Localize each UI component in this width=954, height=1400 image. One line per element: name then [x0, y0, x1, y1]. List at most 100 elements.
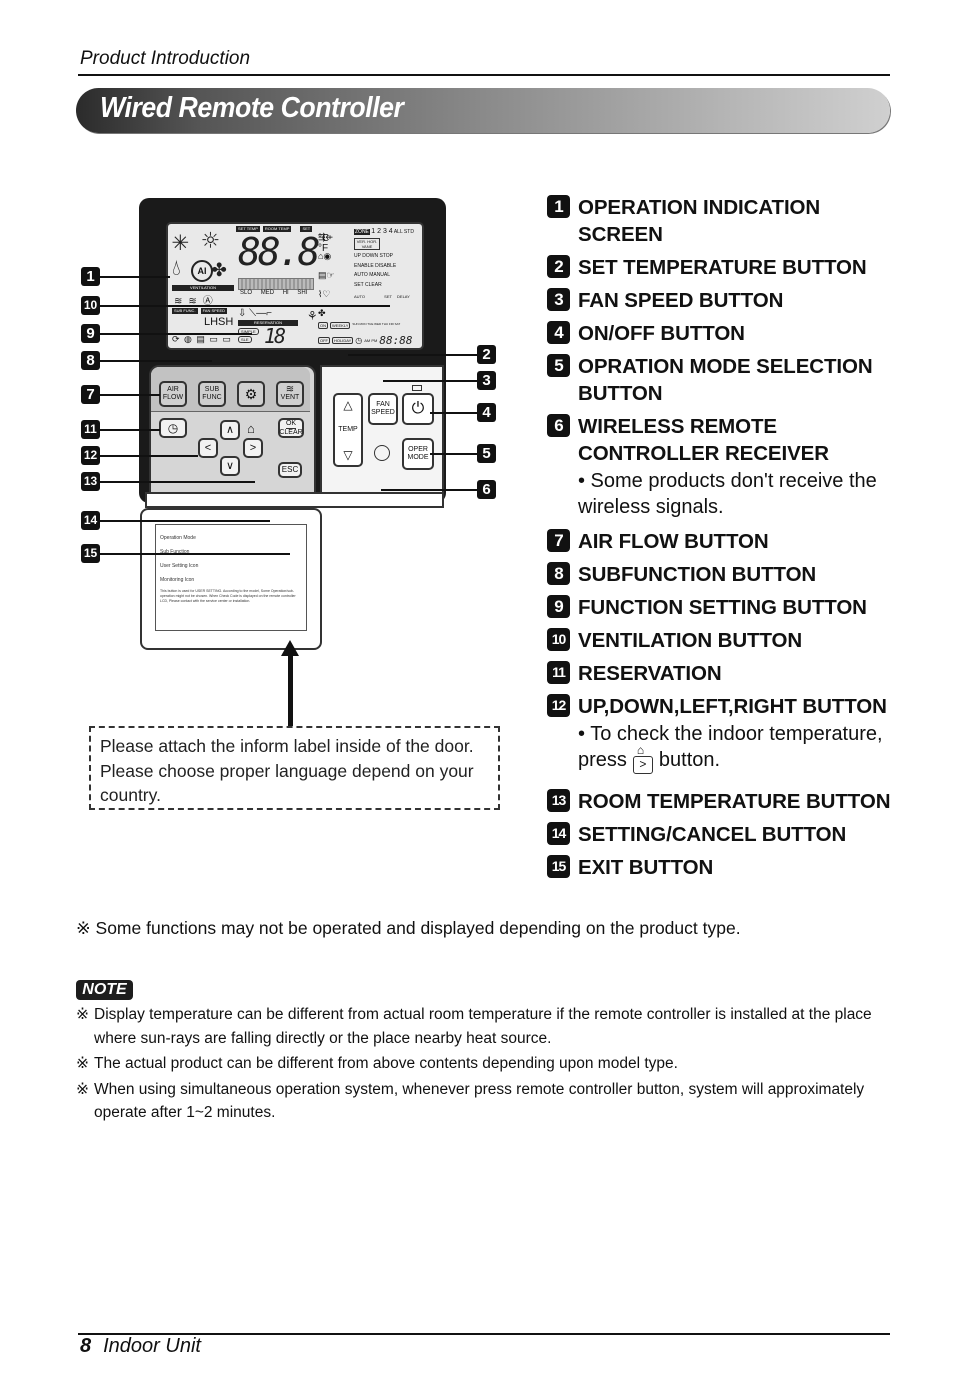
esc-button[interactable]: ESC — [278, 462, 302, 478]
leader-12 — [100, 455, 198, 457]
legend-number: 6 — [547, 414, 570, 437]
weekly-badge: WEEKLY — [330, 322, 351, 329]
legend-item: 1 OPERATION INDICATION SCREEN — [547, 194, 907, 248]
down-button[interactable]: ∨ — [220, 456, 240, 476]
gear-icon: ⚙ — [244, 386, 258, 402]
legend-label: AIR FLOW BUTTON — [578, 530, 769, 553]
legend-number: 5 — [547, 354, 570, 377]
chevron-up-icon: ∧ — [225, 424, 235, 436]
legend-item: 15 EXIT BUTTON — [547, 854, 907, 881]
temperature-digits: 88.8 — [238, 230, 320, 274]
callout-12: 12 — [81, 446, 100, 465]
arrow-shaft — [288, 652, 293, 726]
legend-item: 2 SET TEMPERATURE BUTTON — [547, 254, 907, 281]
power-icon: ⏻ — [411, 400, 425, 417]
legend-number: 15 — [547, 855, 570, 878]
legend-label: EXIT BUTTON — [578, 856, 714, 879]
schedule-row-2: OFF HOLIDAY ◷ AM PM 88:88 — [318, 334, 413, 347]
temp-label: TEMP — [338, 426, 358, 433]
callout-9: 9 — [81, 324, 100, 343]
legend-item: 10 VENTILATION BUTTON — [547, 627, 907, 654]
label-row-sub-function: Sub Function — [160, 549, 190, 555]
off-badge: OFF — [318, 337, 330, 344]
legend-item: 14 SETTING/CANCEL BUTTON — [547, 821, 907, 848]
subnote-text-end: button. — [658, 749, 721, 771]
clear-label: CLEAR — [279, 428, 303, 436]
set-temperature-button[interactable]: △ TEMP ▽ — [333, 393, 363, 467]
legend-number: 4 — [547, 321, 570, 344]
air-flow-button[interactable]: AIR FLOW — [159, 381, 187, 407]
chevron-right-icon: > — [249, 442, 257, 454]
left-button[interactable]: < — [198, 438, 218, 458]
ok-clear-button[interactable]: OK CLEAR — [278, 418, 304, 438]
note-text: When using simultaneous operation system… — [94, 1080, 865, 1122]
legend-label: ROOM TEMPERATURE BUTTON — [578, 790, 891, 813]
legend-number: 8 — [547, 562, 570, 585]
fan-levels: SLO MED HI SHI — [240, 290, 307, 296]
status-icons-row: ⟳ ◍ ▤ ▭ ▭ — [172, 334, 232, 344]
legend-item: 11 RESERVATION — [547, 660, 907, 687]
page-number: 8 — [80, 1335, 92, 1357]
legend-item: 4 ON/OFF BUTTON — [547, 320, 907, 347]
leader-15 — [100, 553, 290, 555]
auto-manual-label: AUTO MANUAL — [354, 272, 391, 278]
footer-section: Indoor Unit — [103, 1335, 201, 1357]
function-setting-button[interactable]: ⚙ — [237, 381, 265, 407]
right-button[interactable]: > — [243, 438, 263, 458]
legend-label: SET TEMPERATURE BUTTON — [578, 256, 867, 279]
legend-number: 11 — [547, 661, 570, 684]
reservation-button[interactable]: ◷ — [159, 418, 187, 438]
zone-label: ZONE — [354, 229, 370, 235]
timer-labels: AUTO SET DELAY — [354, 292, 420, 301]
fan-speed-button[interactable]: FAN SPEED — [368, 393, 398, 425]
callout-7: 7 — [81, 385, 100, 404]
days-row: SUN MON TUE WED THU FRI SAT — [352, 322, 401, 326]
enable-disable-label: ENABLE DISABLE — [354, 262, 397, 269]
leader-14 — [100, 520, 270, 522]
airflow-mode-icons: ⇶⇷ ⌂◉ ▤☞ ⌇♡ ✤ — [318, 232, 335, 318]
callout-8: 8 — [81, 351, 100, 370]
leader-4 — [430, 412, 477, 414]
zone-row: ZONE 1 2 3 4 ALL STD — [354, 228, 414, 235]
airflow-arrows: ⇩ ⟍—⌐ — [238, 308, 272, 319]
am-pm-label: AM PM — [364, 338, 378, 343]
leader-9 — [100, 333, 252, 335]
note-item: ※ The actual product can be different fro… — [76, 1052, 891, 1076]
fan-level-shi: SHI — [297, 290, 308, 296]
ok-label: OK — [285, 419, 297, 429]
leader-1 — [100, 276, 170, 278]
legend-item: 5 OPRATION MODE SELECTION BUTTON — [547, 353, 907, 407]
on-off-button[interactable]: ⏻ — [402, 393, 434, 425]
chevron-left-icon: < — [204, 442, 212, 454]
legend-item: 13 ROOM TEMPERATURE BUTTON — [547, 788, 907, 815]
vent-label: VENT — [280, 394, 300, 401]
sleep-badge: SLE — [238, 336, 252, 343]
leader-5 — [430, 453, 477, 455]
legend-number: 3 — [547, 288, 570, 311]
sub-func-button[interactable]: SUB FUNC — [198, 381, 226, 407]
legend-label: VENTILATION BUTTON — [578, 629, 803, 652]
callout-6: 6 — [477, 480, 496, 499]
delay-label: DELAY — [397, 294, 410, 299]
wireless-receiver — [374, 445, 390, 461]
all-std-label: ALL STD — [393, 229, 414, 235]
cooling-snowflake-icon: ✳ — [172, 224, 189, 257]
legend-number: 9 — [547, 595, 570, 618]
chevron-down-icon: ∨ — [225, 460, 235, 472]
page-title: Wired Remote Controller — [100, 92, 404, 124]
clock-icon: ◷ — [355, 336, 363, 345]
note-text: Display temperature can be different fro… — [94, 1006, 872, 1047]
label-card-footer: This button is used for USER SETTING. Ac… — [160, 589, 296, 603]
legend-label: FAN SPEED BUTTON — [578, 289, 784, 312]
callout-3: 3 — [477, 371, 496, 390]
legend-item: 12 UP,DOWN,LEFT,RIGHT BUTTON — [547, 693, 907, 720]
up-down-stop-label: UP DOWN STOP — [354, 253, 393, 259]
legend-item: 9 FUNCTION SETTING BUTTON — [547, 594, 907, 621]
ventilation-button[interactable]: ≋ VENT — [276, 381, 304, 407]
leader-11 — [100, 429, 160, 431]
leader-6 — [381, 489, 477, 491]
label-row-monitoring: Monitoring Icon — [160, 577, 195, 583]
up-button[interactable]: ∧ — [220, 420, 240, 440]
note-text: The actual product can be different from… — [94, 1055, 678, 1072]
callout-13: 13 — [81, 472, 100, 491]
